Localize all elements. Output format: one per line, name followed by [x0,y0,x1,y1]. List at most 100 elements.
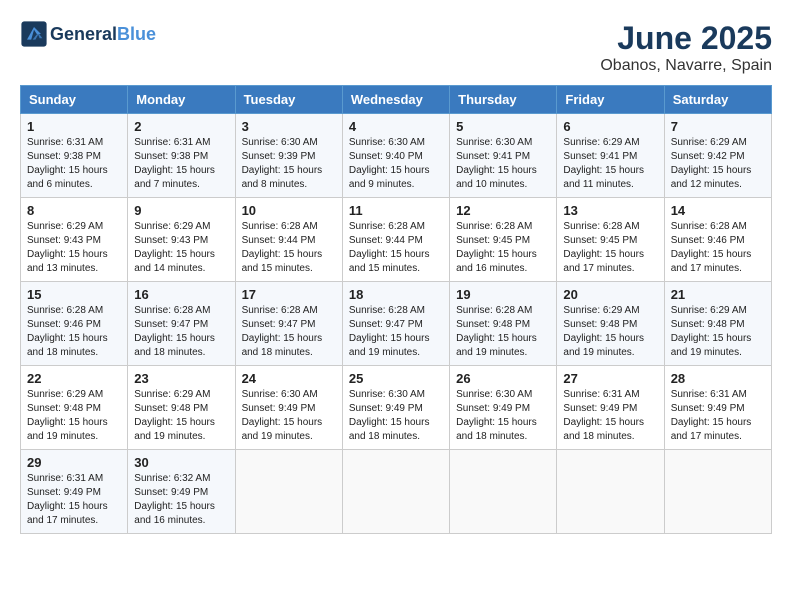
day-info: Sunrise: 6:28 AMSunset: 9:44 PMDaylight:… [349,220,443,276]
column-header-thursday: Thursday [450,86,557,114]
calendar-cell: 3Sunrise: 6:30 AMSunset: 9:39 PMDaylight… [235,114,342,198]
calendar-cell [664,450,771,534]
day-number: 11 [349,203,443,218]
day-number: 26 [456,371,550,386]
day-info: Sunrise: 6:29 AMSunset: 9:43 PMDaylight:… [134,220,228,276]
day-number: 25 [349,371,443,386]
calendar-cell: 27 Sunrise: 6:31 AMSunset: 9:49 PMDayligh… [557,366,664,450]
calendar-cell: 8 Sunrise: 6:29 AMSunset: 9:43 PMDaylight… [21,198,128,282]
day-info: Sunrise: 6:29 AMSunset: 9:48 PMDaylight:… [671,304,765,360]
calendar-cell: 19 Sunrise: 6:28 AMSunset: 9:48 PMDayligh… [450,282,557,366]
day-info: Sunrise: 6:29 AMSunset: 9:48 PMDaylight:… [563,304,657,360]
day-number: 12 [456,203,550,218]
page-header: GeneralBlue June 2025 Obanos, Navarre, S… [20,20,772,75]
logo: GeneralBlue [20,20,156,48]
column-header-sunday: Sunday [21,86,128,114]
day-number: 21 [671,287,765,302]
calendar-cell: 22 Sunrise: 6:29 AMSunset: 9:48 PMDayligh… [21,366,128,450]
day-info: Sunrise: 6:29 AMSunset: 9:41 PMDaylight:… [563,136,657,192]
logo-text: GeneralBlue [50,24,156,45]
day-info: Sunrise: 6:28 AMSunset: 9:45 PMDaylight:… [456,220,550,276]
day-info: Sunrise: 6:31 AMSunset: 9:49 PMDaylight:… [27,472,121,528]
calendar-cell: 9 Sunrise: 6:29 AMSunset: 9:43 PMDaylight… [128,198,235,282]
column-header-wednesday: Wednesday [342,86,449,114]
calendar-cell [450,450,557,534]
calendar-cell: 13Sunrise: 6:28 AMSunset: 9:45 PMDayligh… [557,198,664,282]
day-number: 8 [27,203,121,218]
day-number: 7 [671,119,765,134]
day-info: Sunrise: 6:31 AMSunset: 9:38 PMDaylight:… [27,136,121,192]
column-header-tuesday: Tuesday [235,86,342,114]
calendar-cell: 5 Sunrise: 6:30 AMSunset: 9:41 PMDaylight… [450,114,557,198]
day-number: 15 [27,287,121,302]
logo-icon [20,20,48,48]
day-number: 4 [349,119,443,134]
day-number: 29 [27,455,121,470]
day-number: 20 [563,287,657,302]
day-info: Sunrise: 6:28 AMSunset: 9:47 PMDaylight:… [134,304,228,360]
day-info: Sunrise: 6:32 AMSunset: 9:49 PMDaylight:… [134,472,228,528]
day-info: Sunrise: 6:30 AMSunset: 9:49 PMDaylight:… [242,388,336,444]
day-number: 18 [349,287,443,302]
column-header-monday: Monday [128,86,235,114]
calendar-cell: 20 Sunrise: 6:29 AMSunset: 9:48 PMDayligh… [557,282,664,366]
day-number: 3 [242,119,336,134]
calendar-week-row: 22 Sunrise: 6:29 AMSunset: 9:48 PMDayligh… [21,366,772,450]
day-info: Sunrise: 6:28 AMSunset: 9:46 PMDaylight:… [27,304,121,360]
calendar-header-row: SundayMondayTuesdayWednesdayThursdayFrid… [21,86,772,114]
calendar-cell: 10Sunrise: 6:28 AMSunset: 9:44 PMDayligh… [235,198,342,282]
calendar-cell: 14 Sunrise: 6:28 AMSunset: 9:46 PMDayligh… [664,198,771,282]
calendar-cell: 24 Sunrise: 6:30 AMSunset: 9:49 PMDayligh… [235,366,342,450]
calendar-week-row: 8 Sunrise: 6:29 AMSunset: 9:43 PMDaylight… [21,198,772,282]
day-info: Sunrise: 6:31 AMSunset: 9:49 PMDaylight:… [563,388,657,444]
month-title: June 2025 [600,20,772,57]
calendar-cell: 2 Sunrise: 6:31 AMSunset: 9:38 PMDaylight… [128,114,235,198]
day-number: 19 [456,287,550,302]
calendar-cell: 30 Sunrise: 6:32 AMSunset: 9:49 PMDayligh… [128,450,235,534]
calendar-cell [235,450,342,534]
day-number: 6 [563,119,657,134]
day-number: 2 [134,119,228,134]
location-subtitle: Obanos, Navarre, Spain [600,57,772,75]
calendar-cell: 23 Sunrise: 6:29 AMSunset: 9:48 PMDayligh… [128,366,235,450]
day-info: Sunrise: 6:30 AMSunset: 9:40 PMDaylight:… [349,136,443,192]
day-number: 28 [671,371,765,386]
calendar-cell: 4 Sunrise: 6:30 AMSunset: 9:40 PMDaylight… [342,114,449,198]
calendar-cell: 21 Sunrise: 6:29 AMSunset: 9:48 PMDayligh… [664,282,771,366]
calendar-cell: 26 Sunrise: 6:30 AMSunset: 9:49 PMDayligh… [450,366,557,450]
calendar-cell: 11 Sunrise: 6:28 AMSunset: 9:44 PMDayligh… [342,198,449,282]
calendar-cell: 16 Sunrise: 6:28 AMSunset: 9:47 PMDayligh… [128,282,235,366]
day-number: 30 [134,455,228,470]
day-number: 5 [456,119,550,134]
day-info: Sunrise: 6:30 AMSunset: 9:41 PMDaylight:… [456,136,550,192]
calendar-cell: 29 Sunrise: 6:31 AMSunset: 9:49 PMDayligh… [21,450,128,534]
day-info: Sunrise: 6:28 AMSunset: 9:46 PMDaylight:… [671,220,765,276]
calendar-cell: 18 Sunrise: 6:28 AMSunset: 9:47 PMDayligh… [342,282,449,366]
day-number: 23 [134,371,228,386]
day-info: Sunrise: 6:28 AMSunset: 9:48 PMDaylight:… [456,304,550,360]
day-info: Sunrise: 6:29 AMSunset: 9:43 PMDaylight:… [27,220,121,276]
day-info: Sunrise: 6:30 AMSunset: 9:49 PMDaylight:… [456,388,550,444]
calendar-cell: 7Sunrise: 6:29 AMSunset: 9:42 PMDaylight… [664,114,771,198]
day-info: Sunrise: 6:28 AMSunset: 9:47 PMDaylight:… [349,304,443,360]
day-number: 13 [563,203,657,218]
day-number: 17 [242,287,336,302]
calendar-cell: 28 Sunrise: 6:31 AMSunset: 9:49 PMDayligh… [664,366,771,450]
calendar-week-row: 1 Sunrise: 6:31 AMSunset: 9:38 PMDaylight… [21,114,772,198]
day-number: 1 [27,119,121,134]
day-number: 9 [134,203,228,218]
day-number: 22 [27,371,121,386]
day-number: 24 [242,371,336,386]
calendar-cell: 6 Sunrise: 6:29 AMSunset: 9:41 PMDaylight… [557,114,664,198]
calendar-cell: 15 Sunrise: 6:28 AMSunset: 9:46 PMDayligh… [21,282,128,366]
calendar-cell: 1 Sunrise: 6:31 AMSunset: 9:38 PMDaylight… [21,114,128,198]
day-info: Sunrise: 6:31 AMSunset: 9:49 PMDaylight:… [671,388,765,444]
calendar-week-row: 29 Sunrise: 6:31 AMSunset: 9:49 PMDayligh… [21,450,772,534]
day-info: Sunrise: 6:29 AMSunset: 9:48 PMDaylight:… [134,388,228,444]
day-number: 16 [134,287,228,302]
day-number: 27 [563,371,657,386]
day-number: 14 [671,203,765,218]
day-info: Sunrise: 6:29 AMSunset: 9:48 PMDaylight:… [27,388,121,444]
day-info: Sunrise: 6:31 AMSunset: 9:38 PMDaylight:… [134,136,228,192]
calendar-cell [557,450,664,534]
